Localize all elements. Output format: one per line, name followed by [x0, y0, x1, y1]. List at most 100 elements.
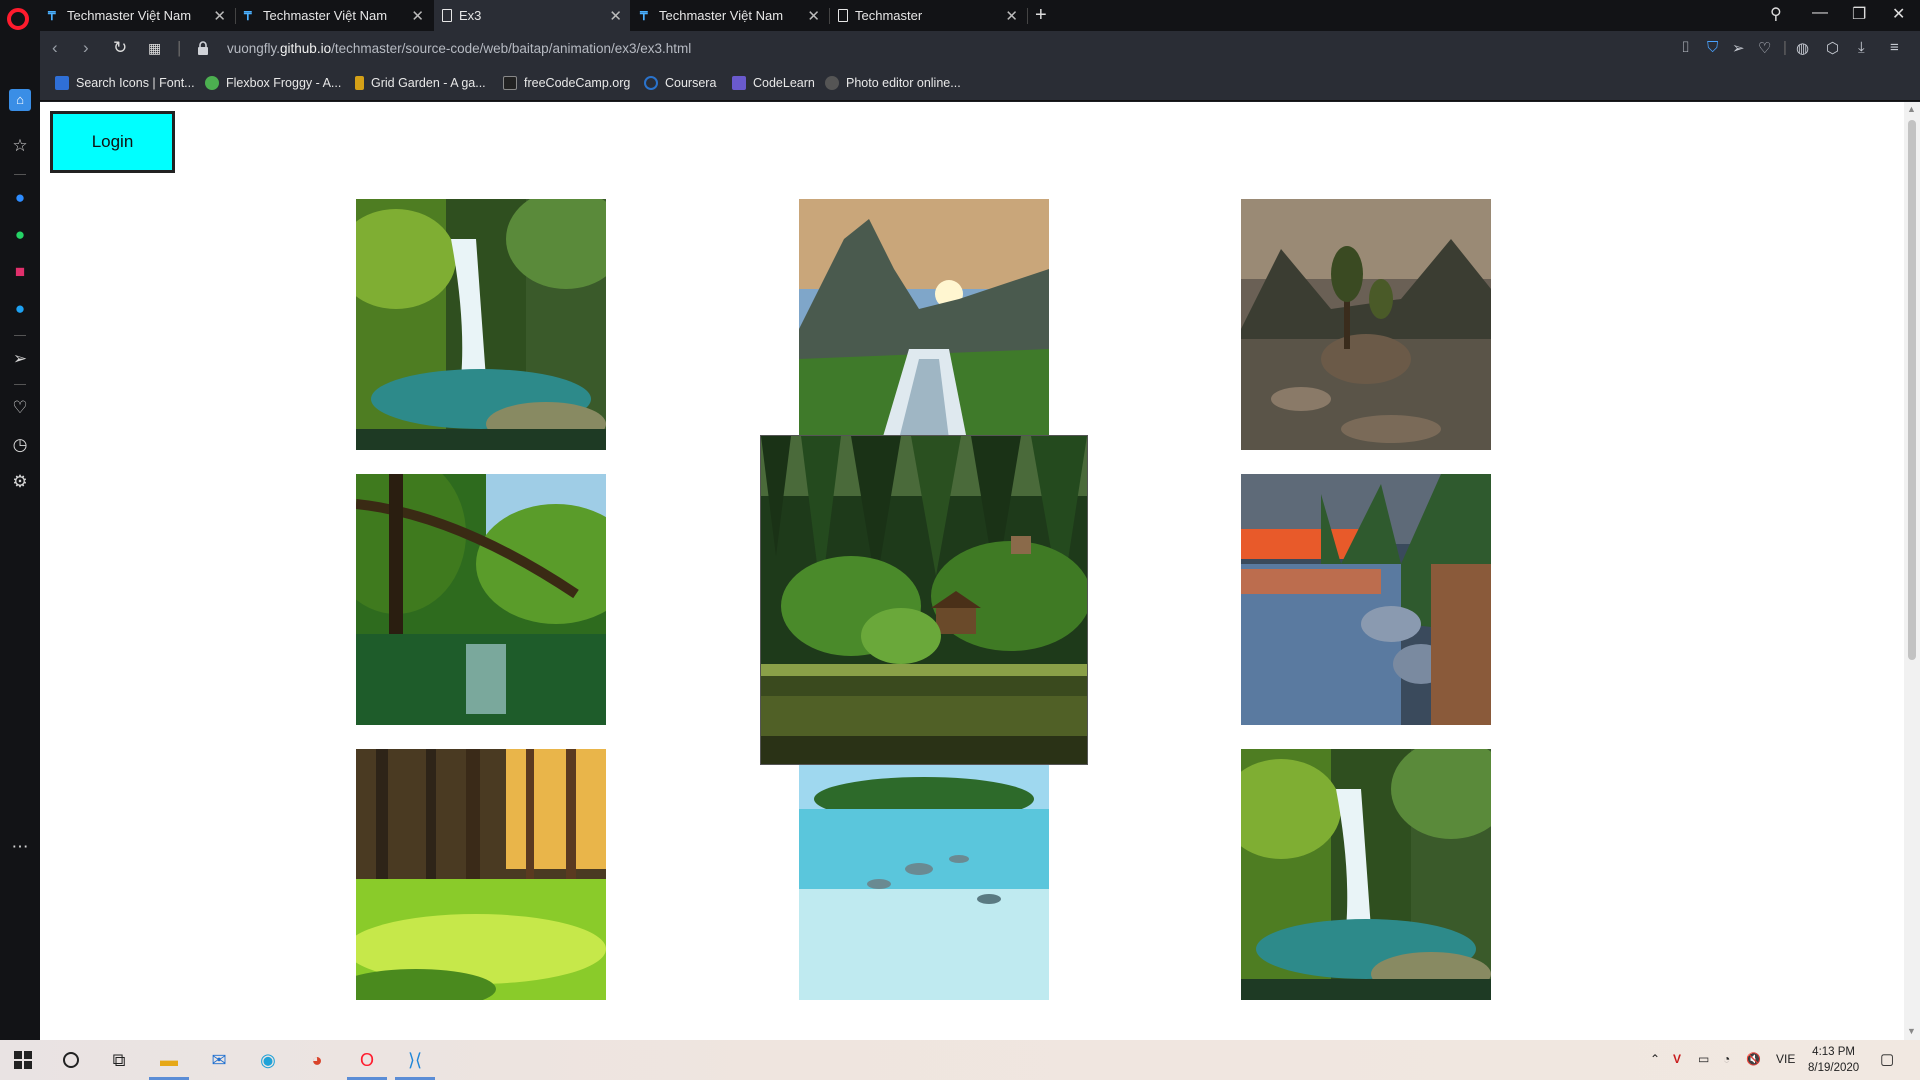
bookmark-item[interactable]: Grid Garden - A ga... — [355, 76, 486, 90]
tab-1[interactable]: ₸ Techmaster Việt Nam ✕ — [40, 0, 234, 31]
send-icon[interactable]: ➢ — [9, 348, 31, 370]
scrollbar-thumb[interactable] — [1908, 120, 1916, 660]
mail-icon[interactable]: ✉ — [206, 1048, 232, 1072]
garden-icon — [355, 76, 364, 90]
history-icon[interactable]: ◷ — [9, 434, 31, 456]
search-circle-icon[interactable] — [58, 1048, 84, 1072]
tab-3-active[interactable]: Ex3 ✕ — [434, 0, 630, 31]
vscode-icon[interactable]: ⟩⟨ — [402, 1048, 428, 1072]
divider: | — [177, 38, 182, 57]
forest-cabin-lake-photo-zoomed[interactable] — [761, 436, 1087, 764]
cube-icon[interactable]: ⬡ — [1826, 39, 1839, 57]
techmaster-icon: ₸ — [640, 8, 648, 23]
sunlit-forest-photo[interactable] — [356, 749, 606, 1000]
bookmark-item[interactable]: freeCodeCamp.org — [503, 76, 630, 90]
camera-icon[interactable]: ⌷ — [1681, 39, 1690, 56]
windows-start-icon[interactable] — [10, 1048, 36, 1072]
back-icon[interactable]: ‹ — [52, 38, 58, 58]
frog-icon — [205, 76, 219, 90]
tropical-island-underwater-photo[interactable] — [799, 749, 1049, 1000]
antivirus-icon[interactable]: V — [1673, 1052, 1681, 1066]
close-icon[interactable]: ✕ — [609, 7, 622, 25]
url-path: /techmaster/source-code/web/baitap/anima… — [331, 41, 692, 56]
vpn-shield-icon[interactable]: ⛉ — [1707, 39, 1718, 56]
bookmark-label: Flexbox Froggy - A... — [226, 76, 342, 90]
scroll-down-icon[interactable]: ▼ — [1907, 1026, 1916, 1036]
lake-island-reflection-photo[interactable] — [1241, 199, 1491, 450]
tab-title: Techmaster Việt Nam — [263, 8, 388, 23]
messenger-icon[interactable]: ◍ — [1796, 39, 1809, 57]
photo-editor-icon — [825, 76, 839, 90]
whatsapp-icon[interactable]: ● — [9, 224, 31, 246]
scroll-up-icon[interactable]: ▲ — [1907, 104, 1916, 114]
tab-5[interactable]: Techmaster ✕ — [830, 0, 1026, 31]
bookmark-label: Coursera — [665, 76, 717, 90]
tab-grid-icon[interactable]: ▦ — [148, 40, 161, 57]
clock-date: 8/19/2020 — [1808, 1062, 1860, 1074]
language-indicator[interactable]: VIE — [1776, 1052, 1795, 1066]
instagram-icon[interactable]: ■ — [9, 261, 31, 283]
login-button[interactable]: Login — [50, 111, 175, 173]
show-hidden-icons-icon[interactable]: ⌃ — [1650, 1052, 1660, 1066]
messenger-icon[interactable]: ● — [9, 187, 31, 209]
bookmark-item[interactable]: Photo editor online... — [825, 76, 961, 90]
notification-center-icon[interactable]: ▢ — [1880, 1050, 1894, 1068]
send-icon[interactable]: ➢ — [1732, 39, 1745, 57]
search-tabs-icon[interactable]: ⚲ — [1770, 4, 1782, 24]
menu-icon[interactable]: ≡ — [1890, 39, 1899, 56]
settings-icon[interactable]: ⚙ — [9, 471, 31, 493]
bookmark-item[interactable]: Flexbox Froggy - A... — [205, 76, 341, 90]
address-bar: ‹ › ↻ ▦ | vuongfly.github.io/techmaster/… — [40, 31, 1920, 68]
close-icon[interactable]: ✕ — [213, 7, 226, 25]
green-river-tree-photo[interactable] — [356, 474, 606, 725]
opera-taskbar-icon[interactable]: O — [354, 1048, 380, 1072]
bookmark-label: freeCodeCamp.org — [524, 76, 631, 90]
speed-dial-icon[interactable]: ☆ — [9, 135, 31, 157]
restore-icon[interactable]: ❐ — [1852, 4, 1866, 24]
more-icon[interactable]: ⋯ — [9, 836, 31, 858]
download-icon[interactable]: ⤓ — [1858, 39, 1865, 56]
waterfall-photo-2[interactable] — [1241, 749, 1491, 1000]
home-icon[interactable]: ⌂ — [9, 89, 31, 111]
reload-icon[interactable]: ↻ — [113, 38, 127, 58]
close-icon[interactable]: ✕ — [1005, 7, 1018, 25]
freecodecamp-icon — [503, 76, 517, 90]
tab-4[interactable]: ₸ Techmaster Việt Nam ✕ — [632, 0, 828, 31]
bookmark-label: Grid Garden - A ga... — [371, 76, 486, 90]
heart-icon[interactable]: ♡ — [1758, 39, 1771, 57]
vertical-scrollbar[interactable]: ▲ ▼ — [1904, 102, 1920, 1040]
edge-icon[interactable]: ◉ — [255, 1048, 281, 1072]
tab-title: Ex3 — [459, 8, 482, 23]
lock-icon[interactable] — [197, 41, 209, 55]
close-icon[interactable]: ✕ — [411, 7, 424, 25]
volume-muted-icon[interactable]: 🔇 — [1746, 1052, 1761, 1066]
document-icon — [838, 9, 848, 22]
close-window-icon[interactable]: ✕ — [1892, 4, 1905, 24]
tab-2[interactable]: ₸ Techmaster Việt Nam ✕ — [236, 0, 432, 31]
task-view-icon[interactable]: ⧉ — [106, 1048, 132, 1072]
chrome-icon[interactable]: ◕ — [304, 1048, 330, 1072]
wifi-icon[interactable]: ◔ — [1723, 1052, 1730, 1066]
bookmark-item[interactable]: CodeLearn — [732, 76, 815, 90]
waterfall-photo-1[interactable] — [356, 199, 606, 450]
url-field[interactable]: vuongfly.github.io/techmaster/source-cod… — [227, 41, 691, 56]
clock-time: 4:13 PM — [1812, 1046, 1855, 1058]
twitter-icon[interactable]: ● — [9, 298, 31, 320]
heart-icon[interactable]: ♡ — [9, 397, 31, 419]
minimize-icon[interactable]: — — [1812, 4, 1828, 22]
close-icon[interactable]: ✕ — [807, 7, 820, 25]
tab-divider — [1027, 8, 1028, 24]
new-tab-plus-icon[interactable]: + — [1035, 4, 1047, 27]
windows-taskbar: ⧉ ▬ ✉ ◉ ◕ O ⟩⟨ ⌃ V ▭ ◔ 🔇 VIE 4:13 PM 8/1… — [0, 1040, 1920, 1080]
file-explorer-icon[interactable]: ▬ — [156, 1048, 182, 1072]
bookmark-item[interactable]: Coursera — [644, 76, 716, 90]
sunset-lake-rocks-photo[interactable] — [1241, 474, 1491, 725]
browser-tab-bar: ₸ Techmaster Việt Nam ✕ ₸ Techmaster Việ… — [0, 0, 1920, 31]
forward-icon[interactable]: › — [83, 38, 89, 58]
opera-logo-icon[interactable] — [7, 8, 29, 30]
battery-icon[interactable]: ▭ — [1698, 1052, 1709, 1066]
bookmark-item[interactable]: Search Icons | Font... — [55, 76, 195, 90]
bookmark-label: Search Icons | Font... — [76, 76, 195, 90]
mountain-sunset-waterfall-photo[interactable] — [799, 199, 1049, 450]
system-clock[interactable]: 4:13 PM 8/19/2020 — [1808, 1044, 1859, 1076]
